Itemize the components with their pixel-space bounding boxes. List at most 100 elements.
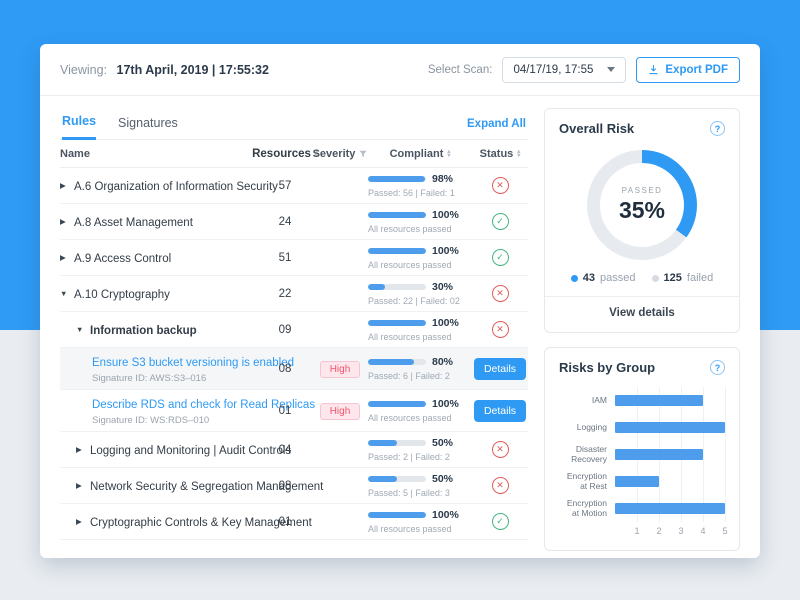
sort-icon: ▴▾ — [517, 150, 520, 159]
passed-dot-icon — [571, 275, 578, 282]
help-icon[interactable]: ? — [710, 360, 725, 375]
table-row[interactable]: ▼ Information backup 09 100% All resourc… — [60, 312, 528, 348]
bar — [615, 422, 725, 433]
row-resources: 01 — [258, 405, 312, 417]
x-tick-label: 2 — [656, 526, 661, 536]
risks-by-group-title: Risks by Group — [559, 360, 655, 375]
table-row[interactable]: ▶ Logging and Monitoring | Audit Control… — [60, 432, 528, 468]
page-background: Viewing: 17th April, 2019 | 17:55:32 Sel… — [0, 0, 800, 600]
compliance-subtext: All resources passed — [368, 413, 472, 423]
row-resources: 08 — [258, 363, 312, 375]
bar-label: IAM — [559, 387, 615, 414]
row-caret-icon[interactable]: ▶ — [76, 445, 90, 454]
compliance-percent: 100% — [432, 209, 459, 221]
compliance-subtext: Passed: 22 | Failed: 02 — [368, 296, 472, 306]
bar-label: Encryption at Rest — [559, 468, 615, 495]
column-header-severity[interactable]: Severity — [312, 148, 368, 160]
row-resources: 08 — [258, 480, 312, 492]
table-row[interactable]: Ensure S3 bucket versioning is enabled S… — [60, 348, 528, 390]
compliance-progress-bar — [368, 476, 426, 482]
row-resources: 01 — [258, 516, 312, 528]
compliance-percent: 100% — [432, 509, 459, 521]
row-name: A.8 Asset Management — [74, 217, 193, 229]
compliance-progress-bar — [368, 284, 426, 290]
compliance-percent: 100% — [432, 245, 459, 257]
status-failed-icon: ✕ — [492, 285, 509, 302]
row-caret-icon[interactable]: ▶ — [60, 181, 74, 190]
bars-col — [615, 387, 725, 522]
table-row[interactable]: ▶ A.6 Organization of Information Securi… — [60, 168, 528, 204]
compliance-subtext: Passed: 6 | Failed: 2 — [368, 371, 472, 381]
tab-signatures[interactable]: Signatures — [118, 116, 178, 139]
view-details-link[interactable]: View details — [545, 296, 739, 320]
compliance-progress-bar — [368, 440, 426, 446]
compliance-subtext: Passed: 56 | Failed: 1 — [368, 188, 472, 198]
expand-all-link[interactable]: Expand All — [467, 118, 526, 139]
table-row[interactable]: ▼ A.10 Cryptography 22 30% Passed: 22 | … — [60, 276, 528, 312]
compliance-subtext: All resources passed — [368, 260, 472, 270]
help-icon[interactable]: ? — [710, 121, 725, 136]
status-passed-icon: ✓ — [492, 249, 509, 266]
signature-id: Signature ID: AWS:S3–016 — [92, 373, 258, 384]
dashboard-card: Viewing: 17th April, 2019 | 17:55:32 Sel… — [40, 44, 760, 558]
row-caret-icon[interactable]: ▶ — [76, 517, 90, 526]
row-caret-icon[interactable]: ▼ — [76, 325, 90, 334]
compliance-subtext: Passed: 5 | Failed: 3 — [368, 488, 472, 498]
x-tick-label: 3 — [678, 526, 683, 536]
bar — [615, 449, 703, 460]
details-button[interactable]: Details — [474, 400, 526, 422]
table-row[interactable]: ▶ A.9 Access Control 51 100% All resourc… — [60, 240, 528, 276]
column-header-resources[interactable]: Resources ▴▾ — [258, 148, 312, 160]
row-caret-icon[interactable]: ▶ — [60, 217, 74, 226]
row-caret-icon[interactable]: ▼ — [60, 289, 74, 298]
table-row[interactable]: Describe RDS and check for Read Replicas… — [60, 390, 528, 432]
overall-risk-card: Overall Risk ? PASSED 35% 43 passe — [544, 108, 740, 333]
risks-by-group-card: Risks by Group ? IAMLoggingDisaster Reco… — [544, 347, 740, 551]
row-resources: 57 — [258, 180, 312, 192]
tab-rules[interactable]: Rules — [62, 114, 96, 140]
summary-panel: Overall Risk ? PASSED 35% 43 passe — [544, 108, 740, 544]
compliance-percent: 100% — [432, 398, 459, 410]
column-header-name[interactable]: Name — [60, 148, 258, 160]
legend-item-passed: 43 passed — [571, 272, 636, 284]
legend-item-failed: 125 failed — [652, 272, 714, 284]
table-row[interactable]: ▶ Cryptographic Controls & Key Managemen… — [60, 504, 528, 540]
card-header: Viewing: 17th April, 2019 | 17:55:32 Sel… — [40, 44, 760, 96]
table-row[interactable]: ▶ A.8 Asset Management 24 100% All resou… — [60, 204, 528, 240]
compliance-progress-bar — [368, 248, 426, 254]
bar — [615, 503, 725, 514]
row-name: A.9 Access Control — [74, 253, 171, 265]
row-resources: 22 — [258, 288, 312, 300]
scan-select-dropdown[interactable]: 04/17/19, 17:55 — [502, 57, 626, 83]
donut-center-value: 35% — [619, 197, 665, 224]
details-button[interactable]: Details — [474, 358, 526, 380]
compliance-percent: 50% — [432, 473, 453, 485]
x-tick-label: 4 — [700, 526, 705, 536]
signature-id: Signature ID: WS:RDS–010 — [92, 415, 258, 426]
row-resources: 51 — [258, 252, 312, 264]
header-actions: Select Scan: 04/17/19, 17:55 Export PDF — [428, 57, 740, 83]
table-row[interactable]: ▶ Network Security & Segregation Managem… — [60, 468, 528, 504]
export-pdf-label: Export PDF — [665, 64, 728, 76]
status-failed-icon: ✕ — [492, 177, 509, 194]
compliance-progress-bar — [368, 212, 426, 218]
column-header-status[interactable]: Status ▴▾ — [472, 148, 528, 160]
row-resources: 24 — [258, 216, 312, 228]
x-ticks: 12345 — [615, 526, 725, 538]
content-area: Rules Signatures Expand All Name Resourc… — [40, 96, 760, 558]
rules-panel: Rules Signatures Expand All Name Resourc… — [60, 108, 528, 544]
compliance-progress-bar — [368, 512, 426, 518]
filter-icon — [359, 150, 367, 158]
export-icon — [648, 64, 659, 75]
donut-legend: 43 passed 125 failed — [559, 272, 725, 284]
column-header-compliant[interactable]: Compliant ▴▾ — [368, 148, 472, 160]
viewing-info: Viewing: 17th April, 2019 | 17:55:32 — [60, 63, 269, 77]
export-pdf-button[interactable]: Export PDF — [636, 57, 740, 83]
severity-badge: High — [320, 361, 361, 378]
bar-label: Logging — [559, 414, 615, 441]
row-caret-icon[interactable]: ▶ — [60, 253, 74, 262]
bar-label: Disaster Recovery — [559, 441, 615, 468]
row-caret-icon[interactable]: ▶ — [76, 481, 90, 490]
viewing-label: Viewing: — [60, 63, 107, 77]
select-scan-label: Select Scan: — [428, 64, 493, 76]
